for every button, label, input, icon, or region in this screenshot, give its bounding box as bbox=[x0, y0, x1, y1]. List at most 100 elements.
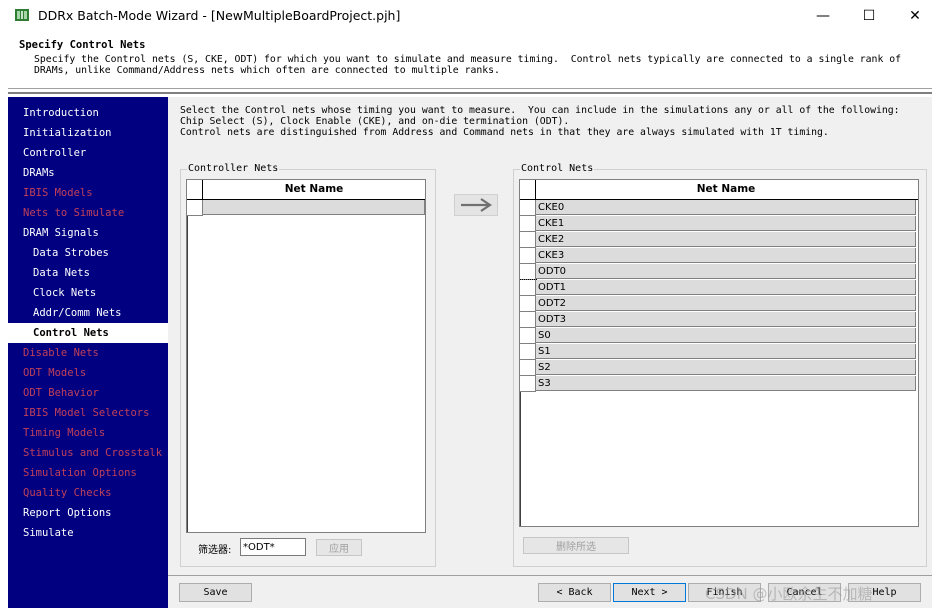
row-selector[interactable] bbox=[520, 279, 537, 297]
net-name-cell[interactable]: ODT1 bbox=[536, 280, 916, 295]
table-row[interactable]: ODT2 bbox=[520, 296, 918, 312]
sidebar-item-dram-signals[interactable]: DRAM Signals bbox=[8, 223, 168, 243]
table-row[interactable]: ODT3 bbox=[520, 312, 918, 328]
sidebar-item-stimulus-and-crosstalk[interactable]: Stimulus and Crosstalk bbox=[8, 443, 168, 463]
minimize-icon: — bbox=[816, 7, 830, 24]
sidebar-item-odt-behavior[interactable]: ODT Behavior bbox=[8, 383, 168, 403]
minimize-button[interactable]: — bbox=[800, 0, 846, 31]
sidebar-item-introduction[interactable]: Introduction bbox=[8, 103, 168, 123]
sidebar-item-simulate[interactable]: Simulate bbox=[8, 523, 168, 543]
net-name-cell[interactable]: CKE0 bbox=[536, 200, 916, 215]
row-selector[interactable] bbox=[520, 360, 536, 376]
control-nets-grid[interactable]: Net Name CKE0 CKE1 CKE2 CKE3 ODT0 ODT1 ODT2 ODT… bbox=[519, 179, 919, 527]
sidebar-item-drams[interactable]: DRAMs bbox=[8, 163, 168, 183]
sidebar-item-label: Introduction bbox=[23, 107, 99, 119]
sidebar-item-data-nets[interactable]: Data Nets bbox=[8, 263, 168, 283]
filter-input[interactable] bbox=[240, 538, 306, 556]
net-name-cell[interactable]: CKE3 bbox=[536, 248, 916, 263]
row-selector[interactable] bbox=[187, 200, 203, 216]
table-row[interactable]: S2 bbox=[520, 360, 918, 376]
back-button[interactable]: < Back bbox=[538, 583, 611, 602]
page-header: Specify Control Nets Specify the Control… bbox=[8, 33, 932, 89]
table-row[interactable]: CKE0 bbox=[520, 200, 918, 216]
table-row[interactable]: ODT0 bbox=[520, 264, 918, 280]
sidebar-item-addr-comm-nets[interactable]: Addr/Comm Nets bbox=[8, 303, 168, 323]
net-name-cell[interactable]: ODT3 bbox=[536, 312, 916, 327]
table-row[interactable]: CKE2 bbox=[520, 232, 918, 248]
table-row[interactable]: S0 bbox=[520, 328, 918, 344]
sidebar-item-nets-to-simulate[interactable]: Nets to Simulate bbox=[8, 203, 168, 223]
net-name-cell[interactable]: S2 bbox=[536, 360, 916, 375]
net-name-cell[interactable]: S0 bbox=[536, 328, 916, 343]
sidebar-item-label: Data Nets bbox=[33, 267, 90, 279]
sidebar-item-label: Clock Nets bbox=[33, 287, 97, 299]
remove-selected-button[interactable]: 删除所选 bbox=[523, 537, 629, 554]
control-nets-grid-header: Net Name bbox=[520, 180, 918, 200]
footer-divider bbox=[168, 575, 932, 576]
net-name-cell[interactable]: ODT2 bbox=[536, 296, 916, 311]
table-row[interactable]: S3 bbox=[520, 376, 918, 392]
apply-filter-button[interactable]: 应用 bbox=[316, 539, 362, 556]
select-all-cell[interactable] bbox=[187, 180, 203, 199]
table-row[interactable]: CKE3 bbox=[520, 248, 918, 264]
controller-nets-label: Controller Nets bbox=[187, 163, 280, 174]
move-to-control-nets-button[interactable] bbox=[454, 194, 498, 216]
table-row[interactable]: CKE1 bbox=[520, 216, 918, 232]
row-selector[interactable] bbox=[520, 200, 536, 216]
sidebar-item-label: IBIS Models bbox=[23, 187, 93, 199]
finish-button[interactable]: Finish bbox=[688, 583, 761, 602]
table-row[interactable]: S1 bbox=[520, 344, 918, 360]
sidebar-item-label: Data Strobes bbox=[33, 247, 109, 259]
sidebar-item-initialization[interactable]: Initialization bbox=[8, 123, 168, 143]
controller-nets-grid[interactable]: Net Name bbox=[186, 179, 426, 533]
net-name-cell[interactable] bbox=[203, 200, 425, 215]
sidebar-item-quality-checks[interactable]: Quality Checks bbox=[8, 483, 168, 503]
sidebar-item-label: Quality Checks bbox=[23, 487, 112, 499]
row-selector[interactable] bbox=[520, 328, 536, 344]
close-button[interactable]: ✕ bbox=[892, 0, 936, 31]
sidebar-item-control-nets[interactable]: Control Nets bbox=[8, 323, 168, 343]
sidebar-item-simulation-options[interactable]: Simulation Options bbox=[8, 463, 168, 483]
row-selector[interactable] bbox=[520, 264, 536, 280]
row-selector[interactable] bbox=[520, 216, 536, 232]
maximize-button[interactable]: ☐ bbox=[846, 0, 892, 31]
row-selector[interactable] bbox=[520, 296, 536, 312]
sidebar-item-data-strobes[interactable]: Data Strobes bbox=[8, 243, 168, 263]
sidebar-item-timing-models[interactable]: Timing Models bbox=[8, 423, 168, 443]
net-name-column-header[interactable]: Net Name bbox=[536, 180, 916, 199]
sidebar-item-label: Simulation Options bbox=[23, 467, 137, 479]
table-row[interactable]: ODT1 bbox=[520, 279, 918, 297]
sidebar-item-odt-models[interactable]: ODT Models bbox=[8, 363, 168, 383]
content-panel: Select the Control nets whose timing you… bbox=[168, 97, 932, 608]
net-name-cell[interactable]: CKE1 bbox=[536, 216, 916, 231]
select-all-cell[interactable] bbox=[520, 180, 536, 199]
save-button[interactable]: Save bbox=[179, 583, 252, 602]
row-selector[interactable] bbox=[520, 312, 536, 328]
sidebar-item-report-options[interactable]: Report Options bbox=[8, 503, 168, 523]
sidebar-item-controller[interactable]: Controller bbox=[8, 143, 168, 163]
net-name-column-header[interactable]: Net Name bbox=[203, 180, 425, 199]
sidebar-item-ibis-models[interactable]: IBIS Models bbox=[8, 183, 168, 203]
table-row[interactable] bbox=[187, 200, 425, 216]
help-button[interactable]: Help bbox=[848, 583, 921, 602]
sidebar-item-clock-nets[interactable]: Clock Nets bbox=[8, 283, 168, 303]
header-divider bbox=[8, 92, 932, 94]
sidebar-item-label: ODT Behavior bbox=[23, 387, 99, 399]
sidebar-item-label: Disable Nets bbox=[23, 347, 99, 359]
row-selector[interactable] bbox=[520, 248, 536, 264]
sidebar-item-label: Report Options bbox=[23, 507, 112, 519]
sidebar-item-label: DRAMs bbox=[23, 167, 55, 179]
row-selector[interactable] bbox=[520, 344, 536, 360]
sidebar-item-ibis-model-selectors[interactable]: IBIS Model Selectors bbox=[8, 403, 168, 423]
net-name-cell[interactable]: ODT0 bbox=[536, 264, 916, 279]
cancel-button[interactable]: Cancel bbox=[768, 583, 841, 602]
sidebar-item-disable-nets[interactable]: Disable Nets bbox=[8, 343, 168, 363]
next-button[interactable]: Next > bbox=[613, 583, 686, 602]
net-name-cell[interactable]: S3 bbox=[536, 376, 916, 391]
title-bar: DDRx Batch-Mode Wizard - [NewMultipleBoa… bbox=[0, 0, 936, 31]
page-title: Specify Control Nets bbox=[19, 39, 146, 51]
net-name-cell[interactable]: S1 bbox=[536, 344, 916, 359]
row-selector[interactable] bbox=[520, 232, 536, 248]
row-selector[interactable] bbox=[520, 376, 536, 392]
net-name-cell[interactable]: CKE2 bbox=[536, 232, 916, 247]
